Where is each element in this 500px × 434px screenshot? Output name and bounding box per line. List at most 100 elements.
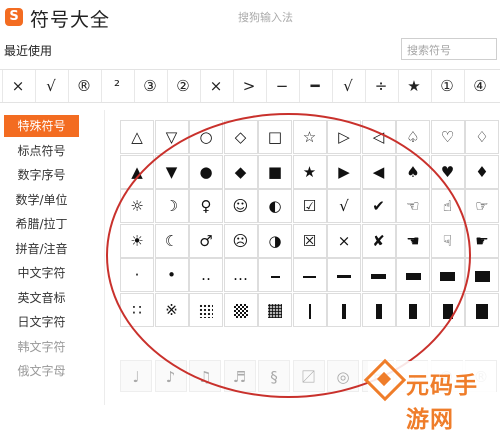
recent-symbol[interactable]: ★: [398, 70, 429, 102]
symbol-cell[interactable]: √: [327, 189, 361, 223]
symbol-cell[interactable]: ▶: [327, 154, 361, 189]
symbol-cell[interactable]: [430, 258, 465, 292]
category-item[interactable]: 特殊符号: [4, 115, 79, 137]
symbol-cell[interactable]: [258, 292, 292, 327]
recent-symbol[interactable]: −: [266, 70, 297, 102]
symbol-cell[interactable]: ★: [292, 154, 327, 189]
recent-symbol[interactable]: ④: [464, 70, 495, 102]
symbol-cell[interactable]: ♩: [120, 360, 152, 392]
symbol-cell[interactable]: ·: [120, 258, 154, 292]
symbol-cell[interactable]: ♤: [396, 120, 430, 154]
symbol-cell[interactable]: ☜: [396, 189, 430, 223]
symbol-search-box[interactable]: [401, 38, 497, 61]
category-item[interactable]: 拼音/注音: [4, 238, 79, 260]
symbol-cell[interactable]: ‥: [189, 258, 223, 292]
symbol-cell[interactable]: [396, 258, 430, 292]
category-item[interactable]: 韩文字符: [4, 336, 79, 358]
symbol-cell[interactable]: [361, 292, 396, 327]
symbol-cell[interactable]: ▷: [327, 120, 361, 154]
symbol-cell[interactable]: ☼: [120, 189, 154, 223]
category-item[interactable]: 数学/单位: [4, 189, 79, 211]
recent-symbol[interactable]: ²: [101, 70, 132, 102]
recent-symbol[interactable]: ®: [68, 70, 99, 102]
symbol-cell[interactable]: ♬: [223, 360, 256, 392]
symbol-cell[interactable]: [327, 258, 361, 292]
symbol-cell[interactable]: 〼: [292, 360, 325, 392]
symbol-cell[interactable]: ☆: [292, 120, 327, 154]
category-item[interactable]: 中文字符: [4, 262, 79, 284]
recent-symbol[interactable]: ③: [134, 70, 165, 102]
symbol-cell[interactable]: ♀: [189, 189, 223, 223]
symbol-cell[interactable]: ◆: [223, 154, 258, 189]
recent-symbol[interactable]: ÷: [365, 70, 396, 102]
symbol-cell[interactable]: ☛: [465, 223, 499, 258]
recent-symbol[interactable]: ━: [299, 70, 330, 102]
symbol-cell[interactable]: [465, 292, 499, 327]
category-item[interactable]: 希腊/拉丁: [4, 213, 79, 235]
recent-symbol[interactable]: ②: [167, 70, 198, 102]
symbol-cell[interactable]: §: [258, 360, 290, 392]
recent-symbol[interactable]: ①: [431, 70, 462, 102]
symbol-cell[interactable]: ✘: [361, 223, 396, 258]
symbol-cell[interactable]: ♡: [430, 120, 465, 154]
symbol-cell[interactable]: ◐: [258, 189, 292, 223]
symbol-cell[interactable]: [465, 258, 499, 292]
symbol-cell[interactable]: ♢: [465, 120, 499, 154]
symbol-cell[interactable]: △: [120, 120, 154, 154]
symbol-cell[interactable]: ◎: [327, 360, 359, 392]
symbol-cell[interactable]: ◑: [258, 223, 292, 258]
recent-symbol[interactable]: √: [35, 70, 66, 102]
symbol-cell[interactable]: ♠: [396, 154, 430, 189]
symbol-cell[interactable]: ☚: [396, 223, 430, 258]
symbol-cell[interactable]: ●: [189, 154, 223, 189]
symbol-cell[interactable]: ♫: [189, 360, 221, 392]
symbol-cell[interactable]: ✔: [361, 189, 396, 223]
symbol-cell[interactable]: ▽: [154, 120, 189, 154]
symbol-cell[interactable]: ▲: [120, 154, 154, 189]
symbol-cell[interactable]: ☺: [223, 189, 258, 223]
symbol-cell[interactable]: ♂: [189, 223, 223, 258]
symbol-cell[interactable]: ☾: [154, 223, 189, 258]
category-item[interactable]: 日文字符: [4, 311, 79, 333]
symbol-cell[interactable]: ※: [154, 292, 189, 327]
recent-symbol[interactable]: √: [332, 70, 363, 102]
symbol-cell[interactable]: ☞: [465, 189, 499, 223]
symbol-search-input[interactable]: [402, 40, 497, 61]
symbol-cell[interactable]: [361, 258, 396, 292]
symbol-cell[interactable]: ■: [258, 154, 292, 189]
symbol-cell[interactable]: …: [223, 258, 258, 292]
symbol-cell[interactable]: [292, 258, 327, 292]
symbol-cell[interactable]: [258, 258, 292, 292]
symbol-cell[interactable]: ▼: [154, 154, 189, 189]
symbol-cell[interactable]: ☒: [292, 223, 327, 258]
category-item[interactable]: 标点符号: [4, 140, 79, 162]
symbol-cell[interactable]: ☽: [154, 189, 189, 223]
recent-symbol[interactable]: ×: [200, 70, 231, 102]
symbol-cell[interactable]: [189, 292, 223, 327]
recent-symbol[interactable]: >: [233, 70, 264, 102]
category-item[interactable]: 数字序号: [4, 164, 79, 186]
symbol-cell[interactable]: [327, 292, 361, 327]
symbol-cell[interactable]: [292, 292, 327, 327]
symbol-cell[interactable]: ×: [327, 223, 361, 258]
symbol-cell[interactable]: [396, 292, 430, 327]
symbol-cell[interactable]: ☝: [430, 189, 465, 223]
symbol-cell[interactable]: ◀: [361, 154, 396, 189]
symbol-cell[interactable]: ∷: [120, 292, 154, 327]
symbol-cell[interactable]: ◇: [223, 120, 258, 154]
symbol-cell[interactable]: ☟: [430, 223, 465, 258]
symbol-cell[interactable]: □: [258, 120, 292, 154]
symbol-cell[interactable]: ☹: [223, 223, 258, 258]
category-item[interactable]: 英文音标: [4, 287, 79, 309]
symbol-cell[interactable]: ♪: [154, 360, 187, 392]
category-item[interactable]: 俄文字母: [4, 360, 79, 382]
symbol-cell[interactable]: ☀: [120, 223, 154, 258]
symbol-cell[interactable]: ♦: [465, 154, 499, 189]
symbol-cell[interactable]: [430, 292, 465, 327]
symbol-cell[interactable]: [223, 292, 258, 327]
symbol-cell[interactable]: ♥: [430, 154, 465, 189]
recent-symbol[interactable]: ×: [2, 70, 33, 102]
symbol-cell[interactable]: ○: [189, 120, 223, 154]
symbol-cell[interactable]: ☑: [292, 189, 327, 223]
symbol-cell[interactable]: •: [154, 258, 189, 292]
